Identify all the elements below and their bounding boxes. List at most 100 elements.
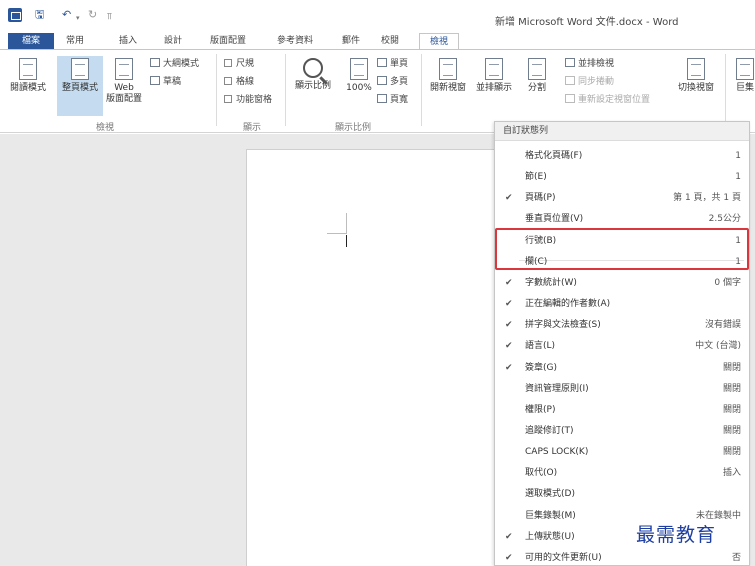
menu-item-value: 關閉 <box>722 362 741 373</box>
arrange-all-button[interactable]: 並排顯示 <box>472 58 516 94</box>
customize-status-bar-menu: 自訂狀態列 格式化頁碼(F) 1 節(E) 1 ✔ 頁碼(P) 第 1 頁，共 1 頁垂直頁… <box>494 121 750 566</box>
menu-item[interactable]: ✔ 語言(L) 中文 (台灣) <box>495 336 749 357</box>
menu-item-label: 語言(L) <box>525 341 556 352</box>
multi-page-button[interactable]: 多頁 <box>377 76 408 88</box>
nav-pane-checkbox[interactable]: 功能窗格 <box>224 94 272 106</box>
tab-home[interactable]: 常用 <box>60 33 90 49</box>
tab-view[interactable]: 檢視 <box>419 33 459 50</box>
menu-item[interactable]: ✔ 可用的文件更新(U) 否 <box>495 548 749 566</box>
menu-item-label: 取代(O) <box>525 468 558 479</box>
zoom-100-button[interactable]: 100% <box>341 58 377 94</box>
page-width-label: 頁寬 <box>390 95 409 105</box>
side-by-side-icon <box>565 58 575 67</box>
outline-icon <box>150 58 160 67</box>
menu-item[interactable]: ✔ 正在編輯的作者數(A) <box>495 294 749 315</box>
text-cursor <box>346 235 347 247</box>
menu-item[interactable]: ✔ 字數統計(W) 0 個字 <box>495 273 749 294</box>
menu-item[interactable]: ✔ 頁碼(P) 第 1 頁，共 1 頁 <box>495 188 749 209</box>
reset-position-label: 重新設定視窗位置 <box>578 95 651 105</box>
sync-scroll-button[interactable]: 同步捲動 <box>565 76 614 88</box>
checkmark-icon: ✔ <box>505 299 513 310</box>
menu-item-label: 選取模式(D) <box>525 489 575 500</box>
title-bar: 🖫 ↶ ▾ ↻ ⫪ 新增 Microsoft Word 文件.docx - Wo… <box>0 0 755 33</box>
ribbon-tabs: 檔案 常用 插入 設計 版面配置 參考資料 郵件 校閱 檢視 <box>0 33 755 50</box>
menu-item[interactable]: 追蹤修訂(T) 關閉 <box>495 421 749 442</box>
new-window-icon <box>439 58 457 80</box>
print-layout-button[interactable]: 整頁模式 <box>57 56 103 116</box>
menu-item-value: 否 <box>731 552 741 563</box>
menu-item[interactable]: ✔ 簽章(G) 關閉 <box>495 358 749 379</box>
menu-item[interactable]: ✔ 拼字與文法檢查(S) 沒有錯誤 <box>495 315 749 336</box>
one-page-button[interactable]: 單頁 <box>377 58 408 70</box>
menu-item[interactable]: 選取模式(D) <box>495 484 749 505</box>
read-mode-label: 閱讀模式 <box>9 83 46 93</box>
tab-layout[interactable]: 版面配置 <box>203 33 253 49</box>
print-layout-icon <box>71 58 89 80</box>
redo-icon[interactable]: ↻ <box>88 8 97 22</box>
word-app-icon[interactable] <box>8 8 22 22</box>
group-divider <box>421 54 422 126</box>
tab-file[interactable]: 檔案 <box>8 33 54 49</box>
customize-qat-icon[interactable]: ⫪ <box>107 10 112 24</box>
ruler-checkbox[interactable]: 尺規 <box>224 58 254 70</box>
menu-item-label: 節(E) <box>525 172 547 183</box>
menu-item[interactable]: 格式化頁碼(F) 1 <box>495 146 749 167</box>
new-window-button[interactable]: 開新視窗 <box>426 58 470 94</box>
checkmark-icon: ✔ <box>505 277 513 288</box>
checkmark-icon: ✔ <box>505 552 513 563</box>
menu-item-value: 關閉 <box>722 447 741 458</box>
tab-review[interactable]: 校閱 <box>375 33 405 49</box>
document-page[interactable] <box>246 149 506 566</box>
tab-design[interactable]: 設計 <box>158 33 188 49</box>
menu-item[interactable]: CAPS LOCK(K) 關閉 <box>495 442 749 463</box>
window-title: 新增 Microsoft Word 文件.docx - Word <box>495 17 679 28</box>
multi-page-label: 多頁 <box>390 77 409 87</box>
undo-dropdown-icon[interactable]: ▾ <box>76 11 80 25</box>
read-mode-button[interactable]: 閱讀模式 <box>4 58 52 94</box>
menu-item-label: CAPS LOCK(K) <box>525 447 589 458</box>
tab-references[interactable]: 參考資料 <box>270 33 320 49</box>
menu-item[interactable]: 權限(P) 關閉 <box>495 400 749 421</box>
menu-item-value: 關閉 <box>722 383 741 394</box>
menu-item[interactable]: 節(E) 1 <box>495 167 749 188</box>
web-layout-label: Web <box>114 83 134 93</box>
split-label: 分割 <box>527 83 546 93</box>
macros-button[interactable]: 巨集 <box>730 58 755 94</box>
web-layout-label-2: 版面配置 <box>105 94 142 104</box>
menu-item[interactable]: 取代(O) 插入 <box>495 463 749 484</box>
page-width-button[interactable]: 頁寬 <box>377 94 408 106</box>
tab-mailings[interactable]: 郵件 <box>336 33 366 49</box>
switch-windows-button[interactable]: 切換視窗 <box>671 58 721 94</box>
switch-windows-label: 切換視窗 <box>677 83 714 93</box>
zoom-button[interactable]: 顯示比例 <box>290 58 336 92</box>
draft-icon <box>150 76 160 85</box>
group-divider <box>285 54 286 126</box>
side-by-side-button[interactable]: 並排檢視 <box>565 58 614 70</box>
sync-scroll-label: 同步捲動 <box>578 77 615 87</box>
reset-window-position-button[interactable]: 重新設定視窗位置 <box>565 94 650 106</box>
web-layout-button[interactable]: Web 版面配置 <box>104 58 144 105</box>
ruler-checkbox-box <box>224 59 232 67</box>
gridlines-checkbox[interactable]: 格線 <box>224 76 254 88</box>
save-icon[interactable]: 🖫 <box>35 8 44 22</box>
menu-item-value: 1 <box>735 151 741 161</box>
gridlines-label: 格線 <box>236 77 255 87</box>
menu-item-label: 可用的文件更新(U) <box>525 552 602 563</box>
menu-item-value: 插入 <box>722 468 741 479</box>
undo-icon[interactable]: ↶ <box>62 8 71 22</box>
menu-item[interactable]: 資訊管理原則(I) 關閉 <box>495 379 749 400</box>
menu-item-value: 沒有錯誤 <box>704 320 741 331</box>
tab-insert[interactable]: 插入 <box>113 33 143 49</box>
outline-button[interactable]: 大綱模式 <box>150 58 199 70</box>
menu-item-value: 關閉 <box>722 425 741 436</box>
menu-item-label: 追蹤修訂(T) <box>525 425 574 436</box>
split-button[interactable]: 分割 <box>522 58 552 94</box>
draft-button[interactable]: 草稿 <box>150 76 181 88</box>
menu-item-label: 格式化頁碼(F) <box>525 151 583 161</box>
zoom-100-label: 100% <box>346 83 372 93</box>
print-layout-label: 整頁模式 <box>61 83 98 93</box>
nav-pane-label: 功能窗格 <box>236 95 273 105</box>
margin-corner-mark <box>346 213 347 233</box>
menu-item-label: 簽章(G) <box>525 362 557 373</box>
sync-scroll-icon <box>565 76 575 85</box>
